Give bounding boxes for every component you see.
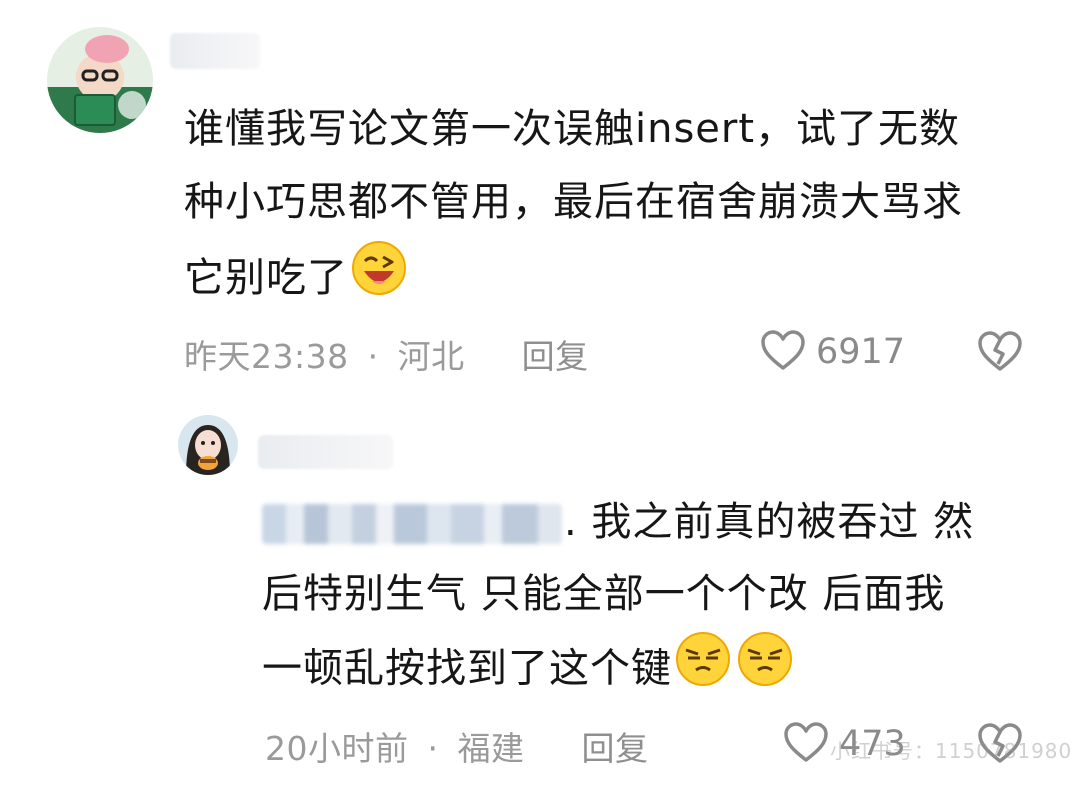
watermark: 小红书号：1150781980 [830, 739, 1073, 763]
comment-line: 种小巧思都不管用，最后在宿舍崩溃大骂求 [184, 179, 963, 225]
comment-line: 谁懂我写论文第一次误触insert，试了无数 [184, 106, 961, 152]
dislike-button[interactable] [977, 330, 1023, 376]
avatar[interactable] [178, 415, 238, 475]
username-blurred[interactable] [170, 33, 260, 69]
comment-line: . 我之前真的被吞过 然 [262, 486, 1062, 558]
smug-squint-emoji [674, 630, 732, 711]
comment-body: 谁懂我写论文第一次误触insert，试了无数 种小巧思都不管用，最后在宿舍崩溃大… [184, 93, 1064, 321]
comment-time: 20小时前 [265, 729, 409, 768]
mention-blurred[interactable] [262, 504, 562, 544]
meta-separator: · [427, 729, 439, 768]
comment-line: 它别吃了 [184, 239, 1064, 321]
comment-time: 昨天23:38 [184, 337, 349, 376]
comment-body: . 我之前真的被吞过 然 后特别生气 只能全部一个个改 后面我 一顿乱按找到了这… [262, 486, 1062, 711]
comment-line: 一顿乱按找到了这个键 [262, 630, 1062, 711]
avatar[interactable] [47, 27, 153, 133]
smug-squint-emoji [736, 630, 794, 711]
comment-location: 河北 [397, 337, 465, 376]
laughing-wink-emoji [350, 239, 408, 321]
heart-outline-icon [760, 329, 806, 375]
broken-heart-icon [977, 331, 1023, 376]
comment-line: 后特别生气 只能全部一个个改 后面我 [262, 571, 946, 617]
reply-button[interactable]: 回复 [582, 729, 649, 768]
reply-button[interactable]: 回复 [522, 337, 589, 376]
meta-separator: · [367, 337, 379, 376]
comment-location: 福建 [457, 729, 525, 768]
heart-outline-icon [783, 721, 829, 767]
comment-meta: 20小时前 · 福建 回复 [265, 722, 649, 770]
like-count: 6917 [816, 332, 906, 372]
comment-meta: 昨天23:38 · 河北 回复 [184, 330, 589, 378]
like-button[interactable]: 6917 [760, 330, 905, 374]
username-blurred[interactable] [258, 435, 393, 469]
